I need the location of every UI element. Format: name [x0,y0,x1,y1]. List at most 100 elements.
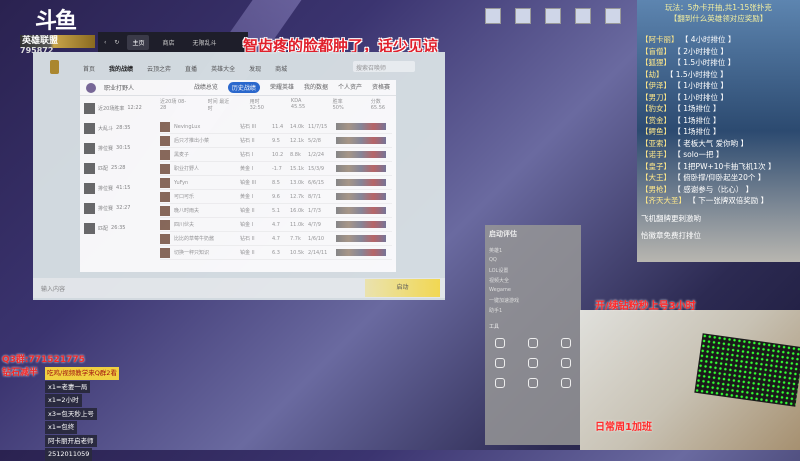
player-name[interactable]: 职业打野人 [174,165,236,172]
match-list-item[interactable]: 排位赛 32:27 [80,198,145,218]
tool-icon[interactable] [560,358,571,368]
champion-thumb [84,142,95,154]
player-name[interactable]: YuFyn [174,180,236,186]
item-build [336,221,386,228]
champion-thumb [84,122,95,134]
table-row[interactable]: YuFyn 铂金 III 8.5 13.0k 6/6/15 [160,176,392,190]
desktop-icon[interactable] [605,8,621,24]
player-name[interactable]: 四川伙夫 [174,221,236,228]
wegame-item[interactable]: Wegame [489,287,577,297]
profile-tab[interactable]: 历史战绩 [227,82,260,93]
player-name[interactable]: 可口可乐 [174,193,236,200]
gift-row: x3=包天秒上号 [45,407,119,420]
match-list-item[interactable]: 匹配 25:28 [80,158,145,178]
match-list-item[interactable]: 匹配 26:35 [80,218,145,238]
keyboard-image [694,333,800,407]
wegame-item[interactable]: 视频大全 [489,277,577,287]
player-name[interactable]: 晚八时雨夫 [174,207,236,214]
wegame-item[interactable]: 英雄1 [489,247,577,257]
tool-icon[interactable] [527,378,538,388]
avatar [86,82,96,93]
match-label: 匹配 [98,225,109,232]
tool-icon[interactable] [527,358,538,368]
player-score: 10.2 [272,151,284,158]
player-score: 5.1 [272,207,280,214]
match-list-item[interactable]: 排位赛 30:15 [80,138,145,158]
player-rank: 钻石 II [240,138,255,144]
gift-text: x3=包天秒上号 [45,407,97,420]
tools-label: 工具 [489,324,500,330]
table-row[interactable]: 职业打野人 黄金 I -1.7 15.1k 15/3/9 [160,162,392,176]
nav-item[interactable]: 商城 [275,64,287,73]
chat-input[interactable]: 输入内容 [41,284,65,293]
nav-item[interactable]: 发现 [249,64,261,73]
tab-store[interactable]: 商店 [157,35,179,50]
wegame-item[interactable]: 助手1 [489,307,577,317]
player-rank: 钻石 I [240,152,254,158]
player-gold: 12.1k [290,137,305,144]
table-row[interactable]: 晚八时雨夫 铂金 II 5.1 16.0k 1/7/3 [160,204,392,218]
tool-icon[interactable] [527,338,538,348]
tool-icon[interactable] [495,378,506,388]
reward-hero: 【齐天大圣】 [641,196,689,205]
profile-tab[interactable]: 荣耀英雄 [270,82,294,93]
reward-line: 【阿卡丽】 【 4小时排位 】 [641,34,796,46]
profile-tab[interactable]: 战绩总览 [194,82,218,93]
refresh-icon[interactable]: ↻ [114,39,119,46]
reward-line: 【诺手】 【 solo一把 】 [641,149,796,161]
table-row[interactable]: 黑麦子 钻石 I 10.2 8.8k 1/2/24 [160,148,392,162]
tool-icon[interactable] [560,338,571,348]
tool-icon[interactable] [495,338,506,348]
table-row[interactable]: 后只才推出小菜 钻石 II 9.5 12.1k 5/2/8 [160,134,392,148]
wegame-item[interactable]: 一键加速游戏 [489,297,577,307]
desktop-icon[interactable] [575,8,591,24]
match-info: 匹配 [98,225,108,232]
table-row[interactable]: NevingLux 钻石 III 11.4 14.0k 11/7/15 [160,120,392,134]
start-button[interactable]: 启动 [365,279,440,297]
desktop-icon[interactable] [515,8,531,24]
nav-item[interactable]: 我的战绩 [109,64,133,73]
profile-tab[interactable]: 我的数据 [304,82,328,93]
nav-item[interactable]: 英雄大全 [211,64,235,73]
summary-stat: 时间 最近时 [207,99,230,112]
player-score: 6.3 [272,249,280,256]
qq-group: Q3群:771521775 [2,355,85,365]
wegame-item[interactable]: LOL设置 [489,267,577,277]
lol-client-window: 首页 我的战绩 云顶之弈 直播 英雄大全 发现 商城 搜索召唤师 职业打野人 战… [33,52,445,300]
table-row[interactable]: 四川伙夫 铂金 I 4.7 11.0k 4/7/9 [160,218,392,232]
player-name[interactable]: NevingLux [174,124,236,130]
player-name[interactable]: 黑麦子 [174,151,236,158]
tab-home[interactable]: 主页 [127,34,150,50]
player-kda: 6/6/15 [308,179,325,186]
tool-icon[interactable] [560,378,571,388]
nav-item[interactable]: 首页 [83,64,95,73]
reward-prize: 【 4小时排位 】 [680,35,736,44]
summary-stat: 分数 65.56 [370,99,386,111]
table-row[interactable]: 切换一秤只知识 铂金 II 6.3 10.5k 2/14/11 [160,246,392,260]
player-score: 8.5 [272,179,280,186]
player-name[interactable]: 切换一秤只知识 [174,249,236,256]
table-row[interactable]: 可口可乐 黄金 I 9.6 12.7k 8/7/1 [160,190,392,204]
table-row[interactable]: 比比的草莓牛奶酱 钻石 II 4.7 7.7k 1/6/10 [160,232,392,246]
player-gold: 15.1k [290,165,305,172]
wegame-panel: 启动评估 英雄1 QQ LOL设置 视频大全 Wegame 一键加速游戏 助手1 工具 [485,225,581,445]
match-list-item[interactable]: 大乱斗 28:35 [80,118,145,138]
profile-tab[interactable]: 资格赛 [372,82,390,93]
player-name[interactable]: 比比的草莓牛奶酱 [174,235,236,242]
search-input[interactable]: 搜索召唤师 [353,61,415,72]
match-list-item[interactable]: 近20场胜率 12:22 [80,98,145,118]
tab-mode[interactable]: 无限乱斗 [187,35,221,50]
reward-line: 【齐天大圣】 【 下一张牌双倍奖励 】 [641,195,796,207]
nav-item[interactable]: 云顶之弈 [147,64,171,73]
reward-prize: 【 2小时排位 】 [673,46,728,56]
profile-tab[interactable]: 个人资产 [338,82,362,93]
desktop-icon[interactable] [545,8,561,24]
desktop-icon[interactable] [485,8,501,24]
nav-item[interactable]: 直播 [185,64,197,73]
player-name[interactable]: 后只才推出小菜 [174,137,236,144]
reward-hero: 【诺手】 [641,150,674,159]
back-icon[interactable]: ‹ [104,39,106,46]
wegame-item[interactable]: QQ [489,257,577,267]
match-list-item[interactable]: 排位赛 41:15 [80,178,145,198]
tool-icon[interactable] [495,358,506,368]
